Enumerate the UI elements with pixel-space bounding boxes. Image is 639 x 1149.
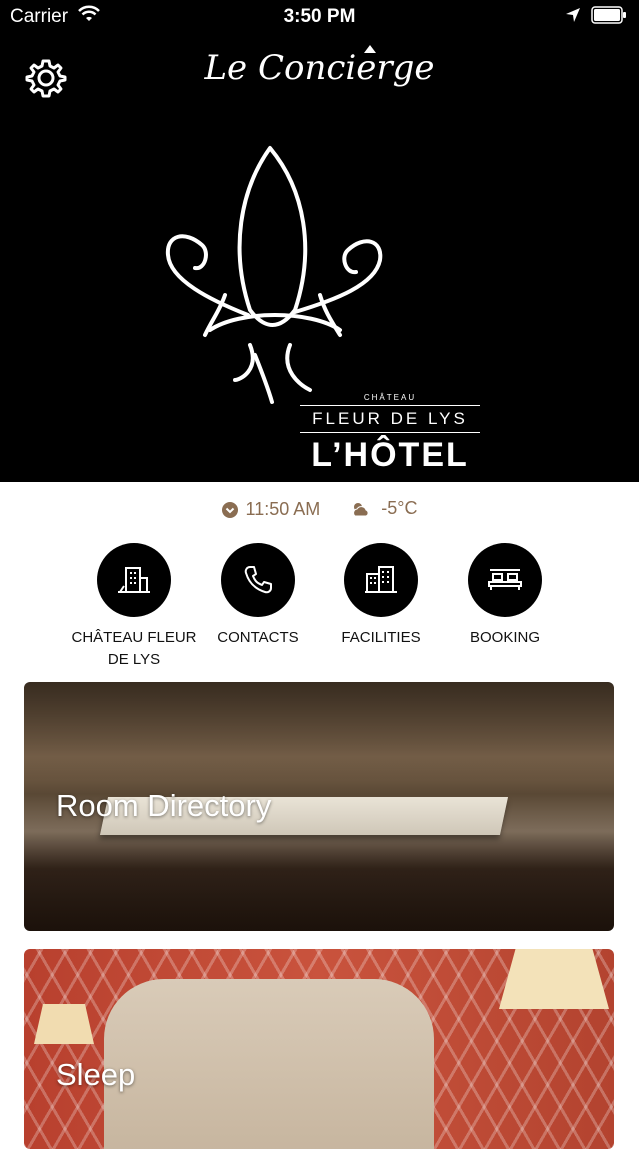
temperature-value: -5°C xyxy=(381,498,418,518)
room-directory-card[interactable]: Room Directory xyxy=(24,682,614,931)
hero-banner: Carrier 3:50 PM Le Concierge CHÂTEAU FLE… xyxy=(0,0,639,482)
brand-divider xyxy=(300,405,480,406)
brand-big-text: L’HÔTEL xyxy=(311,436,469,474)
shortcut-contacts-label: CONTACTS xyxy=(217,629,299,646)
weather-segment: -5°C xyxy=(349,498,417,519)
fleur-de-lys-logo-icon xyxy=(165,146,383,404)
bed-icon xyxy=(488,569,522,590)
sleep-card[interactable]: Sleep xyxy=(24,949,614,1149)
location-arrow-icon xyxy=(566,8,580,22)
room-directory-label: Room Directory xyxy=(56,788,272,823)
info-row: 11:50 AM -5°C xyxy=(0,498,639,523)
buildings-icon xyxy=(365,566,397,593)
shortcut-circle xyxy=(97,543,171,617)
shortcut-contacts[interactable]: CONTACTS xyxy=(188,543,328,649)
shortcut-circle xyxy=(344,543,418,617)
bell-accent-icon xyxy=(364,45,376,53)
status-time: 3:50 PM xyxy=(283,6,356,27)
partly-cloudy-icon xyxy=(353,502,369,516)
shortcut-booking[interactable]: BOOKING xyxy=(435,543,575,649)
lamp-shade-image xyxy=(34,1004,94,1044)
local-time-segment: 11:50 AM xyxy=(221,499,321,520)
battery-icon xyxy=(591,6,626,24)
sleep-label: Sleep xyxy=(56,1057,136,1092)
brand-divider xyxy=(300,432,480,433)
hotel-building-icon xyxy=(118,567,150,593)
hotel-brand-block: CHÂTEAU FLEUR DE LYS L’HÔTEL xyxy=(300,393,480,475)
bed-headboard-image xyxy=(104,979,434,1149)
shortcut-chateau[interactable]: CHÂTEAU FLEUR DE LYS xyxy=(64,543,204,671)
brand-small-text: CHÂTEAU xyxy=(363,393,417,402)
shortcut-circle xyxy=(221,543,295,617)
shortcut-chateau-label: CHÂTEAU FLEUR DE LYS xyxy=(71,629,197,668)
brand-mid-text: FLEUR DE LYS xyxy=(312,409,468,428)
lamp-shade-image xyxy=(499,949,609,1009)
clock-icon xyxy=(221,501,238,518)
shortcut-facilities-label: FACILITIES xyxy=(341,629,421,646)
status-bar: Carrier 3:50 PM xyxy=(0,0,639,34)
shortcut-booking-label: BOOKING xyxy=(469,629,540,646)
shortcut-circle xyxy=(468,543,542,617)
local-time-value: 11:50 AM xyxy=(245,499,321,519)
phone-icon xyxy=(244,566,272,594)
app-title: Le Concierge xyxy=(204,48,435,88)
shortcut-facilities[interactable]: FACILITIES xyxy=(311,543,451,649)
shortcut-row: CHÂTEAU FLEUR DE LYS CONTACTS FACILITIES xyxy=(0,543,639,668)
